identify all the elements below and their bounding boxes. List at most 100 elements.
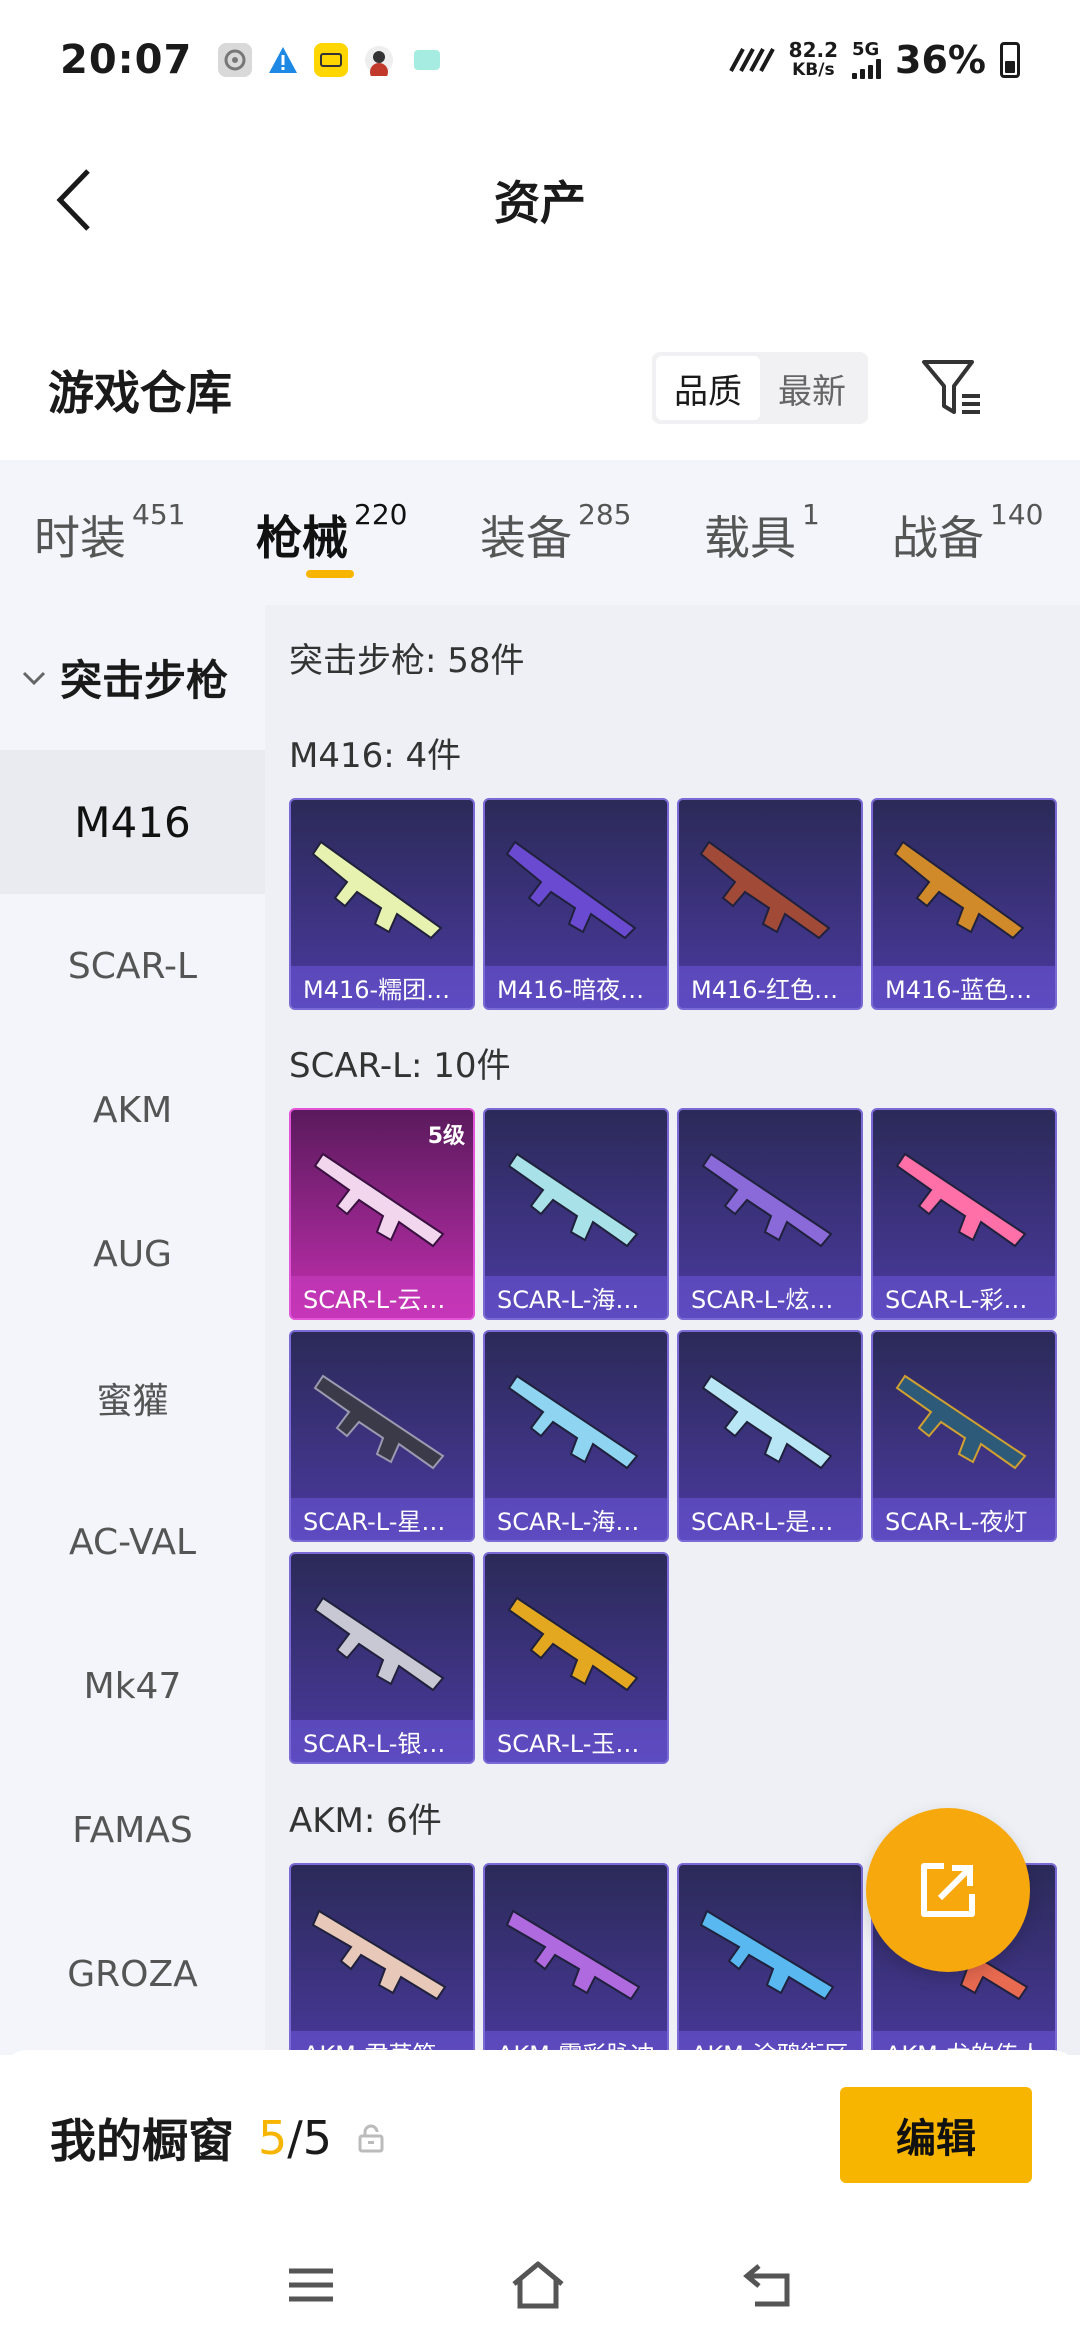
filter-icon [922, 360, 980, 414]
weapon-card[interactable]: AKM-霓彩脉冲 [483, 1863, 669, 2055]
sidebar-item-akm[interactable]: AKM [0, 1038, 265, 1182]
battery-percent: 36% [895, 38, 986, 82]
network-logo-icon [728, 48, 775, 72]
weapon-card[interactable]: SCAR-L-是… [677, 1330, 863, 1542]
warning-notif-icon [266, 43, 300, 77]
share-button[interactable] [866, 1808, 1030, 1972]
sidebar-item-famas[interactable]: FAMAS [0, 1758, 265, 1902]
weapon-card[interactable]: AKM-涂鸦街区 [677, 1863, 863, 2055]
weapon-card[interactable]: SCAR-L-彩… [871, 1108, 1057, 1320]
rifle-icon [507, 1152, 639, 1248]
signal-icon [852, 59, 882, 79]
rifle-icon [311, 840, 443, 940]
status-right: 82.2 KB/s 5G 36% [728, 38, 1020, 82]
section-title-akm: AKM: 6件 [289, 1801, 442, 1841]
network-type: 5G [852, 39, 880, 60]
rifle-icon [507, 1374, 639, 1470]
edit-button[interactable]: 编辑 [840, 2087, 1032, 2183]
sidebar-item-m416[interactable]: M416 [0, 750, 265, 894]
tab-count: 140 [990, 498, 1044, 531]
weapon-card[interactable]: M416-蓝色… [871, 798, 1057, 1010]
tab-count: 451 [132, 498, 186, 531]
weapon-card[interactable]: SCAR-L-炫… [677, 1108, 863, 1320]
tab-equipment[interactable]: 装备 285 [480, 498, 631, 568]
sort-option-newest[interactable]: 最新 [760, 356, 864, 420]
category-tabs: 时装 451 枪械 220 装备 285 载具 1 战备 140 [0, 460, 1080, 605]
message-notif-icon [410, 43, 444, 77]
status-time: 20:07 [60, 37, 193, 83]
rifle-icon [893, 840, 1025, 940]
tab-weapons[interactable]: 枪械 220 [256, 498, 407, 578]
sort-option-quality[interactable]: 品质 [656, 356, 760, 420]
weapon-card-label: SCAR-L-星… [291, 1498, 473, 1540]
menu-icon[interactable] [287, 2265, 335, 2305]
weapon-card-label: SCAR-L-是… [679, 1498, 861, 1540]
back-button[interactable] [44, 160, 104, 240]
sidebar-group-assault-rifles[interactable]: 突击步枪 [0, 605, 265, 750]
weapon-card-label: SCAR-L-玉… [485, 1720, 667, 1762]
weapon-card-label: SCAR-L-海… [485, 1276, 667, 1318]
net-speed-unit: KB/s [792, 60, 835, 80]
weapon-card[interactable]: SCAR-L-海… [483, 1108, 669, 1320]
weapon-card[interactable]: SCAR-L-银… [289, 1552, 475, 1764]
weapon-card-label: SCAR-L-夜灯 [873, 1498, 1055, 1540]
sidebar-item-aug[interactable]: AUG [0, 1182, 265, 1326]
tab-vehicles[interactable]: 载具 1 [704, 498, 820, 568]
filter-button[interactable] [918, 354, 986, 422]
weapon-card[interactable]: SCAR-L-海… [483, 1330, 669, 1542]
sidebar-item-scar-l[interactable]: SCAR-L [0, 894, 265, 1038]
back-nav-icon[interactable] [741, 2262, 793, 2308]
showcase-bar: 我的橱窗 5/5 编辑 [0, 2050, 1080, 2225]
avatar-notif-icon [362, 43, 396, 77]
status-bar: 20:07 82.2 KB/s 5G 36% [0, 0, 1080, 120]
warehouse-title: 游戏仓库 [48, 366, 232, 420]
rifle-icon [699, 840, 831, 940]
rifle-icon [313, 1152, 445, 1248]
rifle-icon [699, 1909, 835, 2001]
showcase-total: /5 [287, 2110, 333, 2165]
sidebar-item-ac-val[interactable]: AC-VAL [0, 1470, 265, 1614]
sidebar-item-groza[interactable]: GROZA [0, 1902, 265, 2046]
weapon-card[interactable]: SCAR-L-星… [289, 1330, 475, 1542]
app-notif-icon [314, 43, 349, 77]
tab-label: 时装 [34, 511, 126, 565]
net-speed-value: 82.2 [788, 38, 839, 62]
active-tab-indicator [306, 570, 354, 578]
rifle-icon [507, 1596, 639, 1692]
tab-count: 220 [354, 498, 408, 531]
notification-icons [218, 43, 444, 77]
rifle-icon [505, 1909, 641, 2001]
header: 资产 [0, 120, 1080, 280]
section-title-m416: M416: 4件 [289, 736, 462, 776]
tab-supplies[interactable]: 战备 140 [892, 498, 1043, 568]
rifle-icon [311, 1909, 447, 2001]
weapon-card[interactable]: 5级 SCAR-L-云… [289, 1108, 475, 1320]
weapon-card[interactable]: M416-糯团… [289, 798, 475, 1010]
category-summary: 突击步枪: 58件 [289, 641, 525, 681]
tab-count: 1 [802, 498, 820, 531]
sort-toggle: 品质 最新 [652, 352, 868, 424]
weapon-card[interactable]: M416-暗夜… [483, 798, 669, 1010]
tab-label: 装备 [480, 511, 572, 565]
showcase-count: 5/5 [258, 2111, 332, 2165]
share-icon [921, 1863, 975, 1917]
tab-fashion[interactable]: 时装 451 [34, 498, 185, 568]
weapon-card[interactable]: M416-红色… [677, 798, 863, 1010]
weapon-card[interactable]: SCAR-L-玉… [483, 1552, 669, 1764]
rifle-icon [313, 1596, 445, 1692]
lock-icon [358, 2124, 384, 2152]
sidebar-group-label: 突击步枪 [60, 656, 229, 705]
warehouse-row: 游戏仓库 品质 最新 [0, 330, 1080, 450]
tab-count: 285 [578, 498, 632, 531]
sidebar-item-mk47[interactable]: Mk47 [0, 1614, 265, 1758]
weapon-card-label: SCAR-L-海… [485, 1498, 667, 1540]
showcase-current: 5 [258, 2110, 288, 2165]
rifle-icon [313, 1374, 445, 1470]
sidebar-item-honey-badger[interactable]: 蜜獾 [0, 1326, 265, 1470]
system-nav-bar [0, 2225, 1080, 2344]
section-title-scar-l: SCAR-L: 10件 [289, 1046, 511, 1086]
tab-label: 载具 [704, 511, 796, 565]
home-icon[interactable] [510, 2260, 566, 2310]
weapon-card[interactable]: AKM-君草笔 [289, 1863, 475, 2055]
weapon-card[interactable]: SCAR-L-夜灯 [871, 1330, 1057, 1542]
